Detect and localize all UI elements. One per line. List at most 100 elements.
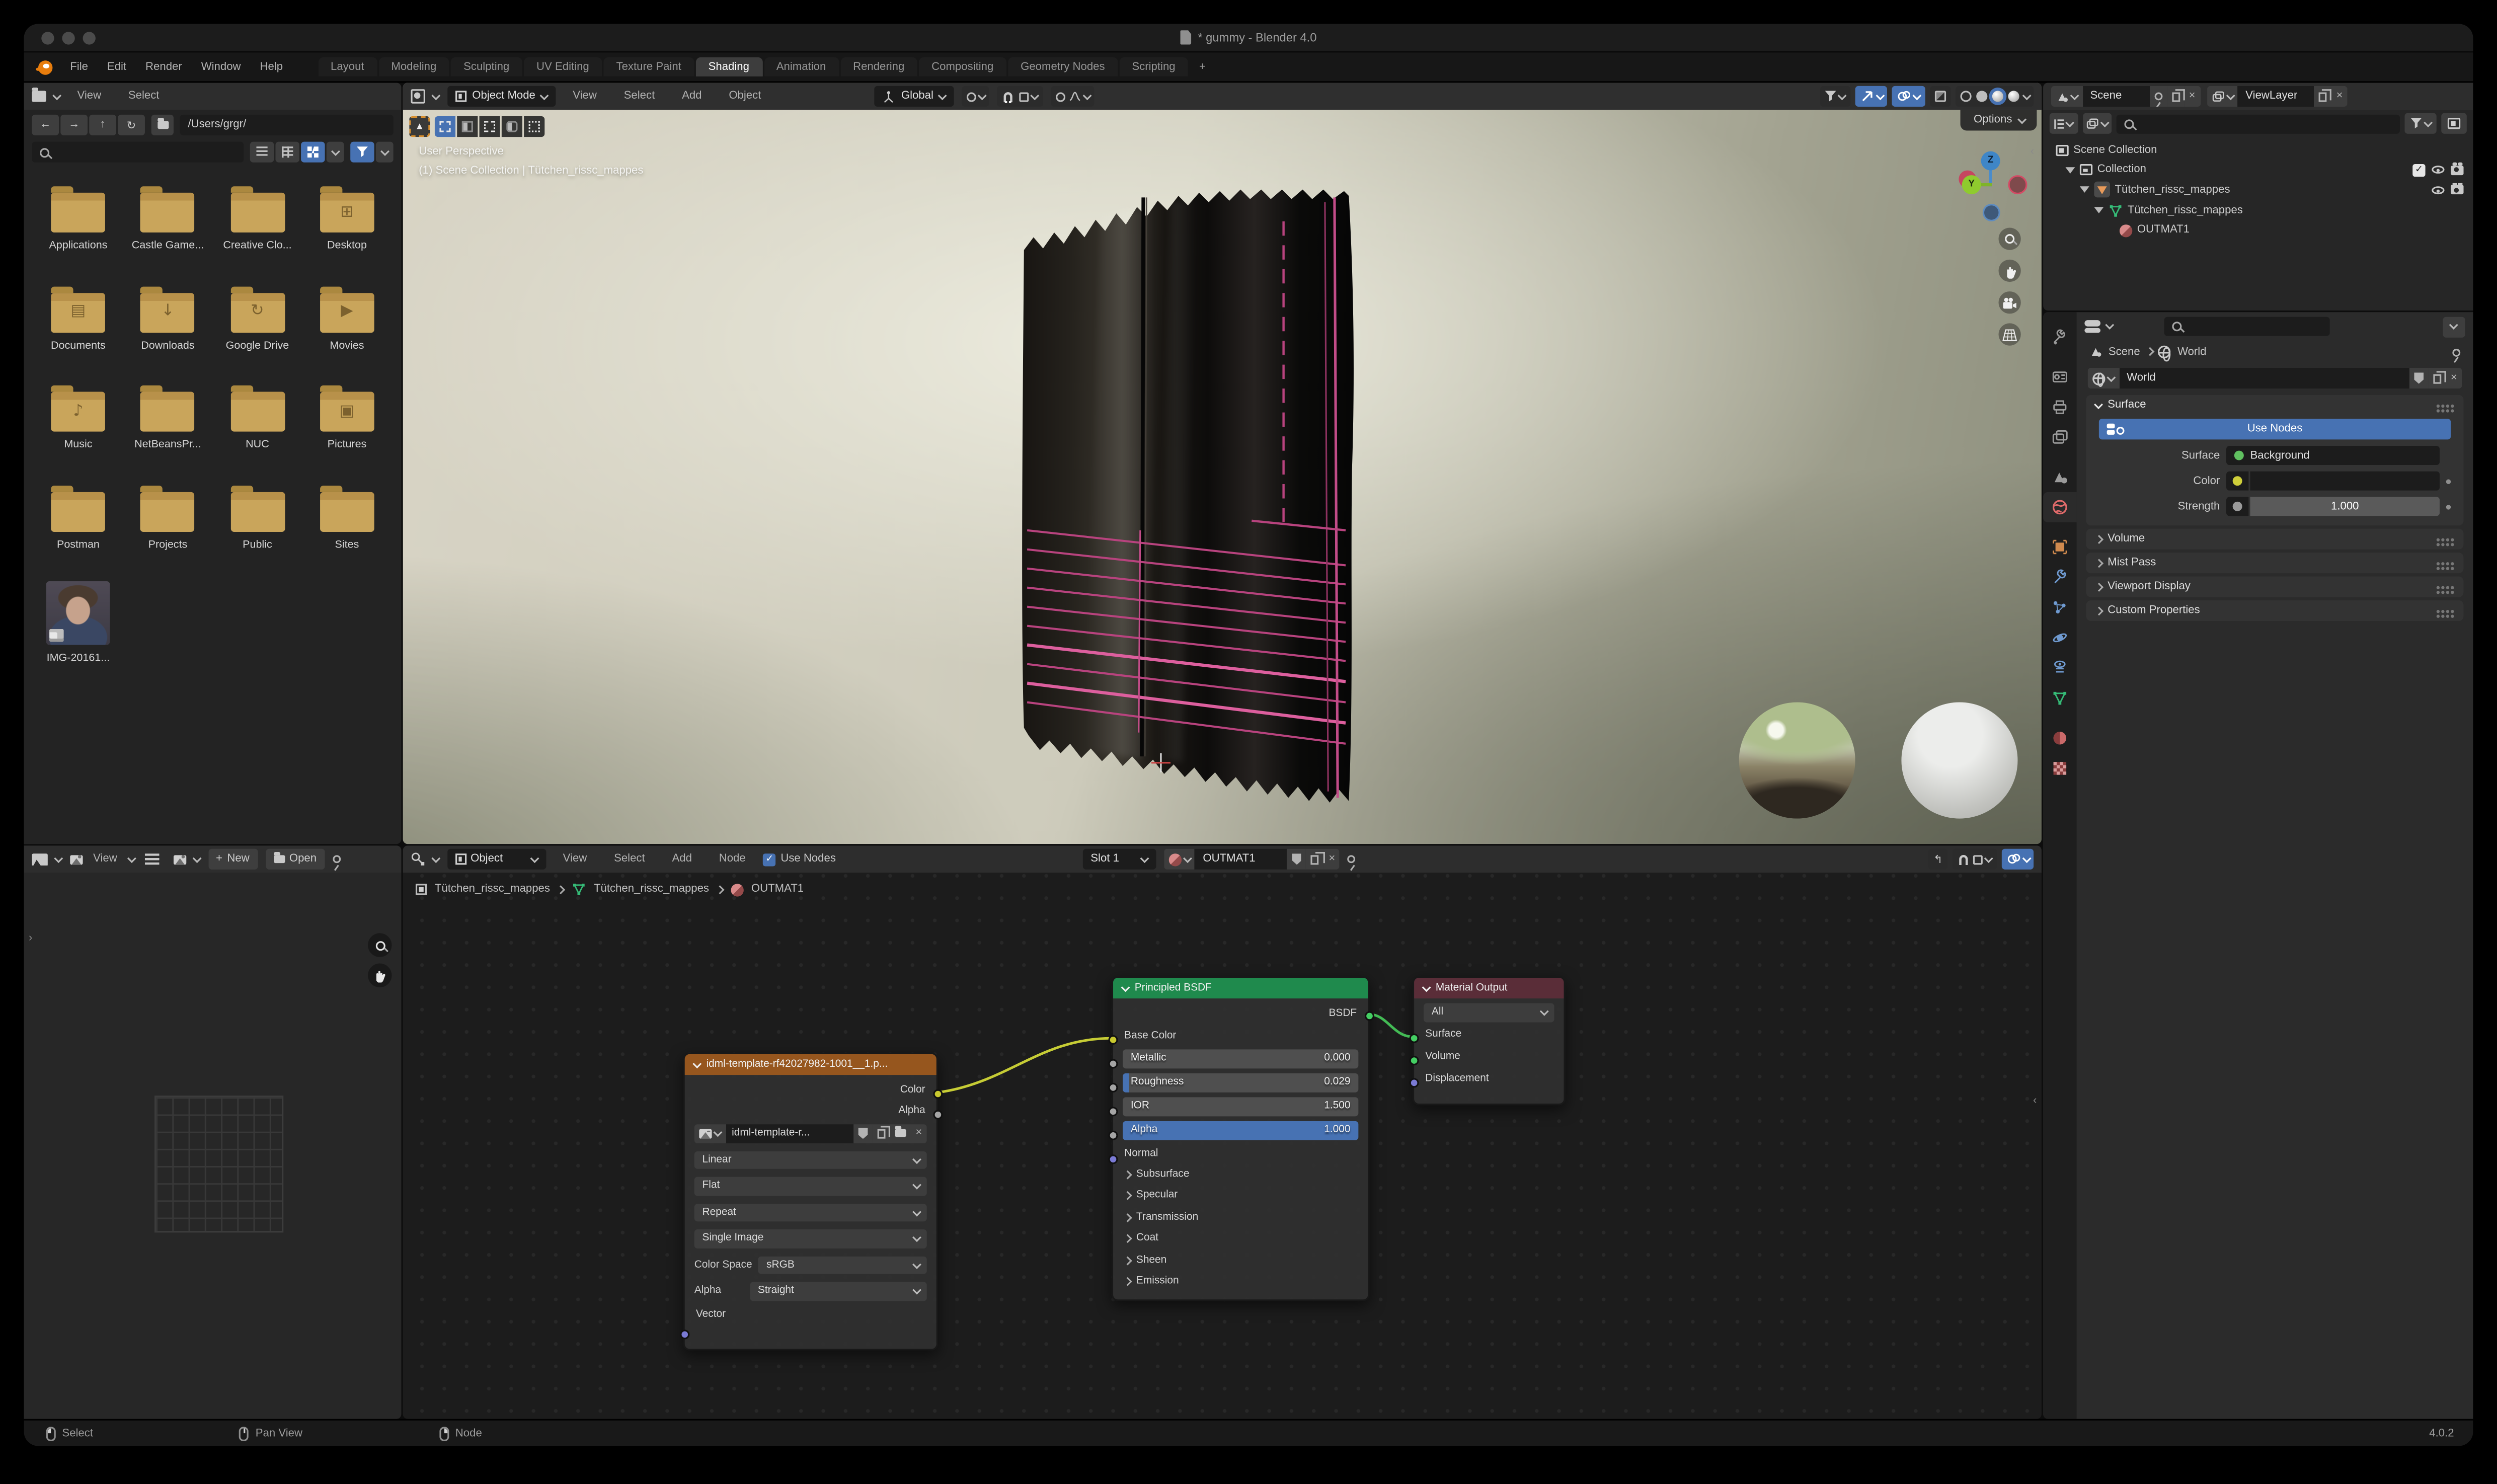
strength-slider[interactable]: 1.000 bbox=[2250, 497, 2440, 516]
surface-panel-header[interactable]: Surface bbox=[2086, 395, 2464, 416]
material-output-node[interactable]: Material Output All Surface Volume Displ… bbox=[1409, 976, 1566, 1106]
vector-input-socket[interactable] bbox=[679, 1330, 689, 1340]
select-freehand-tool[interactable] bbox=[457, 116, 478, 137]
file-browser-select-menu[interactable]: Select bbox=[119, 91, 169, 102]
tab-constraints[interactable] bbox=[2043, 653, 2076, 683]
close-window-button[interactable] bbox=[41, 32, 54, 45]
viewport-pan-button[interactable] bbox=[1998, 259, 2021, 282]
file-item-netbeans[interactable]: NetBeansPr... bbox=[134, 382, 201, 482]
extension-dropdown[interactable]: Repeat bbox=[694, 1203, 927, 1222]
image-browse-button[interactable] bbox=[694, 1124, 726, 1143]
tab-shading[interactable]: Shading bbox=[695, 57, 762, 76]
tab-tool[interactable] bbox=[2043, 322, 2076, 352]
ior-slider[interactable]: IOR 1.500 bbox=[1123, 1097, 1359, 1116]
viewport-perspective-button[interactable] bbox=[1998, 323, 2021, 346]
x-axis-negative-ball[interactable] bbox=[2008, 175, 2027, 195]
tab-object-data[interactable] bbox=[2043, 683, 2076, 714]
surface-shader-field[interactable]: Background bbox=[2226, 446, 2440, 465]
tab-geometry-nodes[interactable]: Geometry Nodes bbox=[1007, 57, 1118, 76]
node-canvas[interactable]: Tütchen_rissc_mappes Tütchen_rissc_mappe… bbox=[403, 873, 2042, 1419]
tab-texture[interactable] bbox=[2043, 753, 2076, 784]
breadcrumb-material[interactable]: OUTMAT1 bbox=[751, 884, 804, 895]
thumbnail-view-button[interactable] bbox=[301, 141, 325, 163]
menu-window[interactable]: Window bbox=[192, 61, 251, 72]
show-gizmo-toggle[interactable] bbox=[1854, 86, 1887, 107]
editor-type-chevron-icon[interactable] bbox=[54, 853, 63, 862]
image-texture-node[interactable]: idml-template-rf42027982-1001__1.p... Co… bbox=[679, 1052, 942, 1351]
file-item-castle-game[interactable]: Castle Game... bbox=[132, 183, 204, 283]
menu-edit[interactable]: Edit bbox=[98, 61, 136, 72]
tab-material[interactable] bbox=[2043, 723, 2076, 753]
tab-viewlayer[interactable] bbox=[2043, 422, 2076, 452]
material-preview-button[interactable] bbox=[1991, 91, 2003, 102]
zoom-button[interactable] bbox=[368, 933, 392, 957]
shader-select-menu[interactable]: Select bbox=[604, 853, 655, 865]
refresh-button[interactable]: ↻ bbox=[118, 114, 145, 135]
pin-icon[interactable] bbox=[1348, 855, 1356, 864]
breadcrumb-scene[interactable]: Scene bbox=[2109, 346, 2140, 357]
fake-user-button[interactable] bbox=[1287, 848, 1307, 870]
image-editor-type-icon[interactable] bbox=[32, 852, 48, 866]
animate-dot-icon[interactable] bbox=[2446, 504, 2451, 509]
viewlayer-browse-button[interactable] bbox=[2206, 86, 2238, 107]
material-slot-dropdown[interactable]: Slot 1 bbox=[1082, 848, 1156, 870]
world-browse-button[interactable] bbox=[2087, 368, 2119, 389]
select-lasso-tool[interactable] bbox=[479, 116, 500, 137]
use-nodes-button[interactable]: Use Nodes bbox=[2098, 419, 2451, 440]
window-controls[interactable] bbox=[41, 32, 96, 45]
tab-world[interactable] bbox=[2043, 492, 2077, 522]
alpha-input-socket[interactable] bbox=[1107, 1130, 1117, 1140]
tab-physics[interactable] bbox=[2043, 622, 2076, 653]
pin-id-icon[interactable] bbox=[2452, 348, 2461, 356]
viewlayer-remove-button[interactable]: × bbox=[2331, 86, 2348, 107]
viewport-camera-button[interactable] bbox=[1998, 291, 2021, 314]
emission-section[interactable]: Emission bbox=[1113, 1271, 1368, 1292]
tree-row-material[interactable]: OUTMAT1 bbox=[2050, 220, 2467, 241]
subsurface-section[interactable]: Subsurface bbox=[1113, 1163, 1368, 1185]
projection-dropdown[interactable]: Flat bbox=[694, 1177, 927, 1195]
add-workspace-button[interactable]: + bbox=[1190, 61, 1215, 72]
image-duplicate-button[interactable] bbox=[872, 1124, 891, 1143]
duplicate-material-button[interactable] bbox=[1306, 848, 1324, 870]
tab-render[interactable] bbox=[2043, 361, 2076, 392]
coat-section[interactable]: Coat bbox=[1113, 1228, 1368, 1249]
base-color-input-socket[interactable] bbox=[1107, 1035, 1117, 1045]
file-item-postman[interactable]: Postman bbox=[51, 482, 106, 581]
outliner-search-input[interactable] bbox=[2116, 114, 2400, 133]
gummy-bag-object[interactable] bbox=[1018, 183, 1362, 814]
viewport-object-menu[interactable]: Object bbox=[719, 91, 770, 102]
filter-toggle-button[interactable] bbox=[350, 141, 374, 163]
exclude-checkbox[interactable]: ✓ bbox=[2412, 164, 2426, 177]
scene-pin-button[interactable] bbox=[2149, 86, 2167, 107]
roughness-input-socket[interactable] bbox=[1107, 1082, 1117, 1092]
wireframe-shading-button[interactable] bbox=[1959, 91, 1971, 102]
viewport-editor-type-icon[interactable] bbox=[411, 89, 425, 104]
image-name-field[interactable]: idml-template-r... bbox=[725, 1124, 853, 1143]
sidebar-collapse-icon[interactable]: ‹ bbox=[2033, 1096, 2037, 1107]
mist-pass-panel[interactable]: Mist Pass bbox=[2086, 553, 2464, 574]
world-unlink-button[interactable]: × bbox=[2446, 368, 2462, 389]
tab-output[interactable] bbox=[2043, 392, 2076, 422]
scene-unlink-button[interactable]: × bbox=[2184, 86, 2201, 107]
file-item-creative-cloud[interactable]: Creative Clo... bbox=[223, 183, 292, 283]
menu-file[interactable]: File bbox=[60, 61, 98, 72]
tab-sculpting[interactable]: Sculpting bbox=[450, 57, 522, 76]
scene-name-field[interactable]: Scene bbox=[2082, 86, 2149, 107]
shader-editor-type-icon[interactable] bbox=[411, 852, 425, 866]
disclosure-triangle-icon[interactable] bbox=[2079, 187, 2089, 194]
shading-dropdown-chevron[interactable] bbox=[2022, 91, 2030, 99]
pivot-point-dropdown[interactable] bbox=[961, 86, 989, 107]
tab-scripting[interactable]: Scripting bbox=[1119, 57, 1188, 76]
mode-dropdown[interactable]: Object Mode bbox=[446, 86, 556, 107]
properties-options-chevron[interactable] bbox=[2443, 316, 2465, 337]
viewport-zoom-button[interactable] bbox=[1998, 227, 2021, 250]
surface-input-socket[interactable] bbox=[1409, 1033, 1419, 1043]
volume-panel[interactable]: Volume bbox=[2086, 528, 2464, 550]
output-target-dropdown[interactable]: All bbox=[1424, 1003, 1554, 1022]
use-nodes-checkbox[interactable]: ✓ Use Nodes bbox=[763, 852, 836, 866]
back-button[interactable]: ← bbox=[32, 114, 59, 135]
file-item-projects[interactable]: Projects bbox=[140, 482, 195, 581]
tree-row-mesh-data[interactable]: Tütchen_rissc_mappes bbox=[2050, 200, 2467, 220]
alpha-mode-dropdown[interactable]: Straight bbox=[750, 1282, 927, 1300]
image-editor-view-menu[interactable]: View bbox=[90, 853, 120, 865]
